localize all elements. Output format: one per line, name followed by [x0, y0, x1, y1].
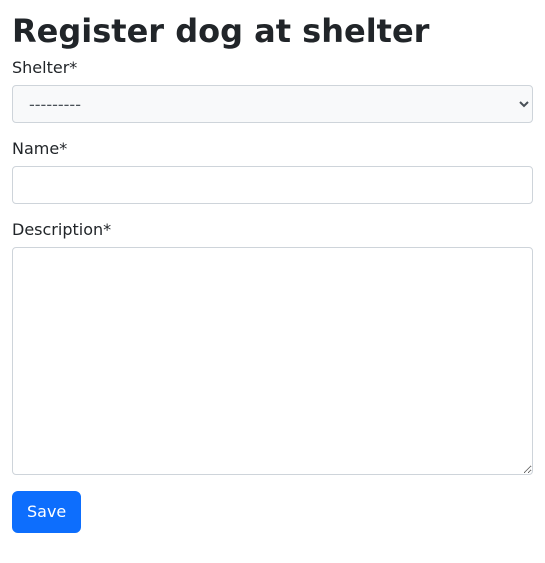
- shelter-select[interactable]: ---------: [12, 85, 533, 123]
- save-button[interactable]: Save: [12, 491, 81, 533]
- page-title: Register dog at shelter: [12, 12, 533, 50]
- description-field-group: Description*: [12, 220, 533, 475]
- name-field-group: Name*: [12, 139, 533, 204]
- name-input[interactable]: [12, 166, 533, 204]
- description-textarea[interactable]: [12, 247, 533, 475]
- shelter-label: Shelter*: [12, 58, 533, 77]
- description-label: Description*: [12, 220, 533, 239]
- register-dog-form: Shelter* --------- Name* Description* Sa…: [12, 58, 533, 533]
- shelter-field-group: Shelter* ---------: [12, 58, 533, 123]
- name-label: Name*: [12, 139, 533, 158]
